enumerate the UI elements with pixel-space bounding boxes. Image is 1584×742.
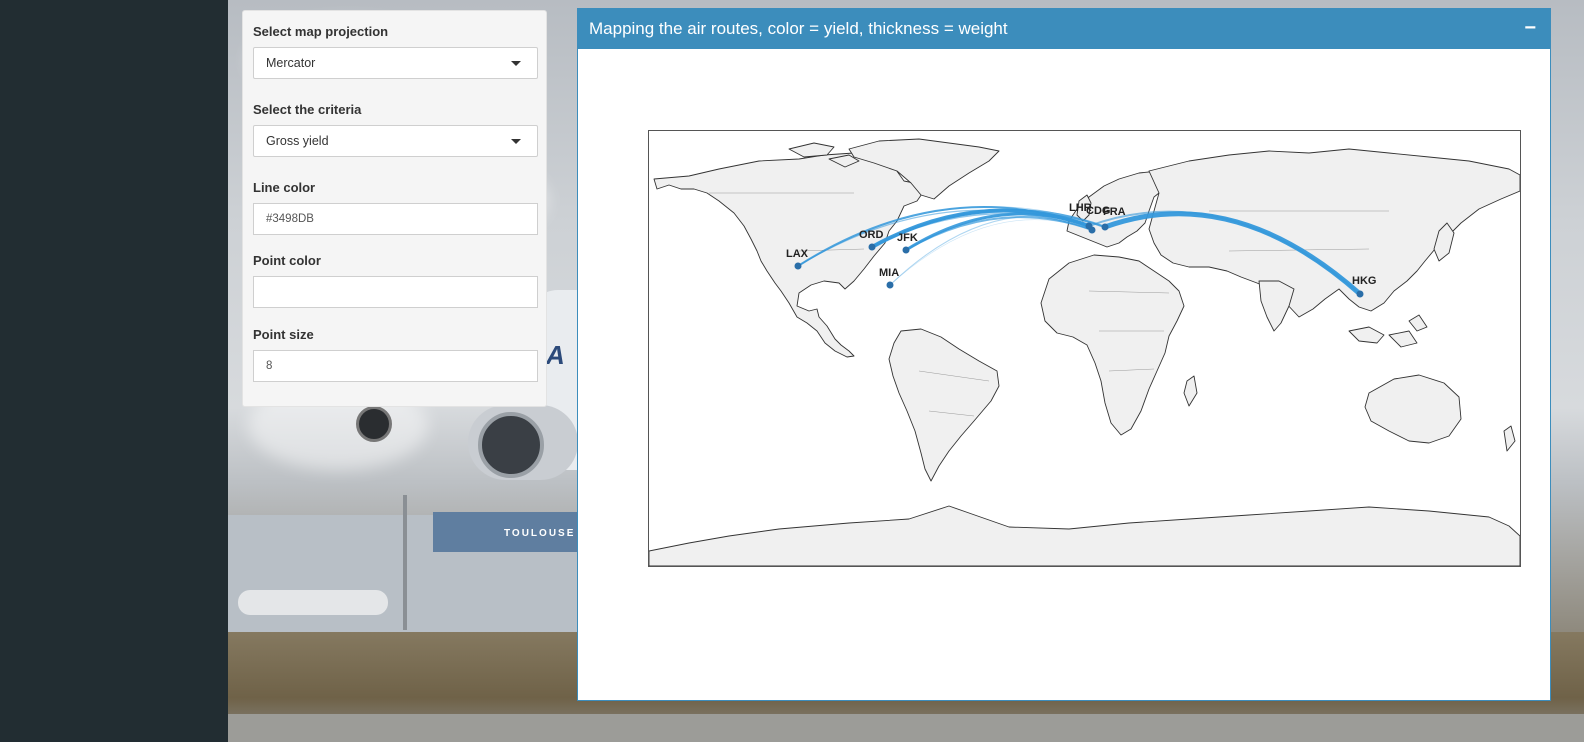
map-box-header: Mapping the air routes, color = yield, t… [578,9,1550,49]
point-size-label: Point size [253,327,314,342]
line-color-field: Line color #3498DB [253,180,538,235]
world-map[interactable]: LAX ORD JFK MIA LHR CDG FRA HKG [648,130,1521,567]
point-size-input[interactable]: 8 [253,350,538,382]
line-color-input[interactable]: #3498DB [253,203,538,235]
criteria-field: Select the criteria Gross yield [253,102,538,157]
runway [228,714,1584,742]
criteria-value: Gross yield [266,134,329,148]
airport-point-ord[interactable] [868,243,876,251]
controls-panel: Select map projection Mercator Select th… [242,10,547,407]
map-box-title: Mapping the air routes, color = yield, t… [589,19,1008,38]
airport-point-hkg[interactable] [1356,290,1364,298]
line-color-label: Line color [253,180,316,195]
airport-point-mia[interactable] [886,281,894,289]
point-size-field: Point size 8 [253,327,538,382]
australia-shape [1364,374,1462,444]
airport-point-lax[interactable] [794,262,802,270]
left-sidebar [0,0,228,742]
airport-point-fra[interactable] [1101,223,1109,231]
point-color-field: Point color [253,253,538,308]
projection-field: Select map projection Mercator [253,24,538,79]
chevron-down-icon [511,139,521,144]
airplane-livery: A [546,340,565,370]
parked-plane [238,590,388,615]
projection-value: Mercator [266,56,316,70]
antarctica-shape [649,505,1520,566]
asia-shape [1148,148,1520,318]
india-shape [1258,280,1295,332]
terminal-sign: TOULOUSE [504,528,576,539]
airport-label-ord: ORD [859,229,884,241]
airport-point-cdg[interactable] [1088,226,1096,234]
airport-label-fra: FRA [1103,206,1126,218]
light-tower [403,495,407,630]
map-box: Mapping the air routes, color = yield, t… [577,8,1551,701]
airport-label-mia: MIA [879,267,899,279]
airport-label-jfk: JFK [897,232,918,244]
criteria-label: Select the criteria [253,102,362,117]
projection-select[interactable]: Mercator [253,47,538,79]
airport-label-lax: LAX [786,248,809,260]
world-map-svg: LAXORD JFKMIALHRCDGFRAHKG [649,138,1520,566]
collapse-button[interactable]: − [1524,17,1536,40]
africa-shape [1040,254,1185,436]
projection-label: Select map projection [253,24,389,39]
criteria-select[interactable]: Gross yield [253,125,538,157]
south-america-shape [888,328,1000,482]
airport-point-jfk[interactable] [902,246,910,254]
airport-label-hkg: HKG [1352,275,1376,287]
chevron-down-icon [511,61,521,66]
airplane-wheel [356,406,392,442]
point-color-label: Point color [253,253,321,268]
point-color-input[interactable] [253,276,538,308]
